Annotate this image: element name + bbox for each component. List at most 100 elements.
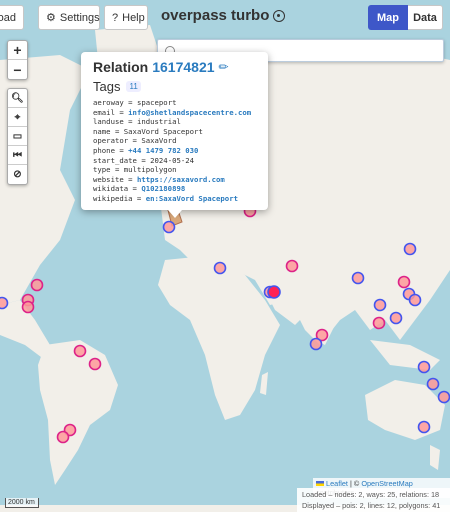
load-label: oad <box>0 11 16 24</box>
popup-title: Relation 16174821 ✏︎ <box>93 59 256 75</box>
map-feature-marker[interactable] <box>351 271 365 285</box>
map-feature-marker[interactable] <box>309 337 323 351</box>
tag-value[interactable]: Q102180898 <box>141 184 185 193</box>
tag-value[interactable]: en:SaxaVord Spaceport <box>146 194 238 203</box>
map-feature-marker[interactable] <box>213 261 227 275</box>
zoom-to-data-button[interactable]: 🔍︎ <box>8 89 27 108</box>
tag-key: email = <box>93 107 129 117</box>
map-feature-marker[interactable] <box>397 275 411 289</box>
gear-icon: ⚙ <box>46 12 56 24</box>
tags-header: Tags 11 <box>93 79 256 94</box>
tag-key: wikipedia = <box>93 193 146 203</box>
view-toggle: Map Data <box>368 5 443 30</box>
tag-row: name = SaxaVord Spaceport <box>93 127 256 137</box>
feature-popup: Relation 16174821 ✏︎ Tags 11 aeroway = s… <box>81 52 268 210</box>
map-feature-marker[interactable] <box>426 377 440 391</box>
tag-row: operator = SaxaVord <box>93 136 256 146</box>
magnifier-icon: 🔍︎ <box>11 92 24 104</box>
data-stats: Loaded – nodes: 2, ways: 25, relations: … <box>297 488 450 512</box>
tag-value: multipolygon <box>123 165 177 175</box>
tag-key: aeroway = <box>93 98 137 107</box>
map-feature-marker[interactable] <box>437 390 450 404</box>
tag-count-badge: 11 <box>126 81 141 92</box>
question-icon: ? <box>112 11 119 24</box>
map-feature-marker[interactable] <box>408 293 422 307</box>
edit-icon[interactable]: ✏︎ <box>219 60 229 74</box>
popup-id-link[interactable]: 16174821 <box>152 59 214 75</box>
tag-row: phone = +44 1479 782 030 <box>93 146 256 156</box>
tag-row: wikidata = Q102180898 <box>93 184 256 194</box>
ban-icon: ⊘ <box>13 169 22 180</box>
zoom-out-button[interactable]: − <box>8 60 27 79</box>
tag-value: 2024-05-24 <box>150 155 195 165</box>
tag-value[interactable]: https://saxavord.com <box>137 175 225 184</box>
tag-value: industrial <box>136 117 181 127</box>
map-feature-marker[interactable] <box>162 220 176 234</box>
steering-wheel-icon <box>273 9 286 22</box>
stats-displayed: Displayed – pois: 2, lines: 12, polygons… <box>302 501 441 510</box>
map-feature-marker[interactable] <box>372 316 386 330</box>
tag-row: start_date = 2024-05-24 <box>93 156 256 166</box>
attribution-separator: | © <box>347 479 362 488</box>
load-button[interactable]: oad <box>0 5 24 30</box>
tag-key: website = <box>93 174 137 184</box>
popup-type: Relation <box>93 59 149 75</box>
help-label: Help <box>122 11 145 24</box>
tag-key: name = <box>93 126 124 136</box>
locate-me-button[interactable]: ⌖ <box>8 108 27 127</box>
tag-key: start_date = <box>93 155 151 165</box>
tab-map[interactable]: Map <box>368 5 408 30</box>
tag-value[interactable]: +44 1479 782 030 <box>128 146 198 155</box>
scale-bar: 2000 km <box>5 498 39 508</box>
zoom-in-button[interactable]: + <box>8 41 27 60</box>
tag-row: wikipedia = en:SaxaVord Spaceport <box>93 194 256 204</box>
tag-row: landuse = industrial <box>93 117 256 127</box>
map-feature-marker[interactable] <box>88 357 102 371</box>
tag-key: wikidata = <box>93 184 142 194</box>
help-button[interactable]: ? Help <box>104 5 148 30</box>
map-feature-marker[interactable] <box>373 298 387 312</box>
tag-key: type = <box>93 165 124 175</box>
map-feature-marker[interactable] <box>389 311 403 325</box>
tag-value[interactable]: info@shetlandspacecentre.com <box>128 108 251 117</box>
map-feature-marker[interactable] <box>73 344 87 358</box>
app-title-text: overpass turbo <box>161 7 270 24</box>
tag-value: SaxaVord <box>141 136 177 146</box>
tag-key: phone = <box>93 145 129 155</box>
fullscreen-button[interactable]: ⏮︎ <box>8 146 27 165</box>
tag-row: type = multipolygon <box>93 165 256 175</box>
map-feature-marker[interactable] <box>30 278 44 292</box>
skip-back-icon: ⏮︎ <box>13 149 22 161</box>
tab-data[interactable]: Data <box>408 5 443 30</box>
settings-button[interactable]: ⚙ Settings <box>38 5 100 30</box>
app-title: overpass turbo <box>161 7 286 24</box>
tag-row: aeroway = spaceport <box>93 98 256 108</box>
map-feature-marker[interactable] <box>417 360 431 374</box>
stats-loaded: Loaded – nodes: 2, ways: 25, relations: … <box>302 490 440 499</box>
crosshair-icon: ⌖ <box>14 111 21 123</box>
map-feature-marker[interactable] <box>285 259 299 273</box>
tag-value: SaxaVord Spaceport <box>123 126 203 136</box>
tag-key: operator = <box>93 136 142 146</box>
leaflet-flag-icon <box>316 481 324 486</box>
map-tools-control: 🔍︎ ⌖ ▭ ⏮︎ ⊘ <box>7 88 28 185</box>
bbox-button[interactable]: ▭ <box>8 127 27 146</box>
map-feature-marker[interactable] <box>417 420 431 434</box>
tag-row: email = info@shetlandspacecentre.com <box>93 108 256 118</box>
map-feature-marker[interactable] <box>403 242 417 256</box>
settings-label: Settings <box>59 11 100 24</box>
leaflet-link[interactable]: Leaflet <box>326 479 348 488</box>
map-feature-marker[interactable] <box>56 430 70 444</box>
osm-link[interactable]: OpenStreetMap <box>361 479 413 488</box>
popup-pointer <box>168 210 182 218</box>
map-feature-marker[interactable] <box>0 296 9 310</box>
hide-data-button[interactable]: ⊘ <box>8 165 27 184</box>
tags-heading: Tags <box>93 79 121 94</box>
tag-row: website = https://saxavord.com <box>93 175 256 185</box>
zoom-control: + − <box>7 40 28 80</box>
map-icon: ▭ <box>12 130 23 142</box>
tag-value: spaceport <box>136 98 177 107</box>
tag-list: aeroway = spaceport email = info@shetland… <box>93 98 256 204</box>
map-feature-marker[interactable] <box>21 300 35 314</box>
map-feature-marker[interactable] <box>267 285 281 299</box>
